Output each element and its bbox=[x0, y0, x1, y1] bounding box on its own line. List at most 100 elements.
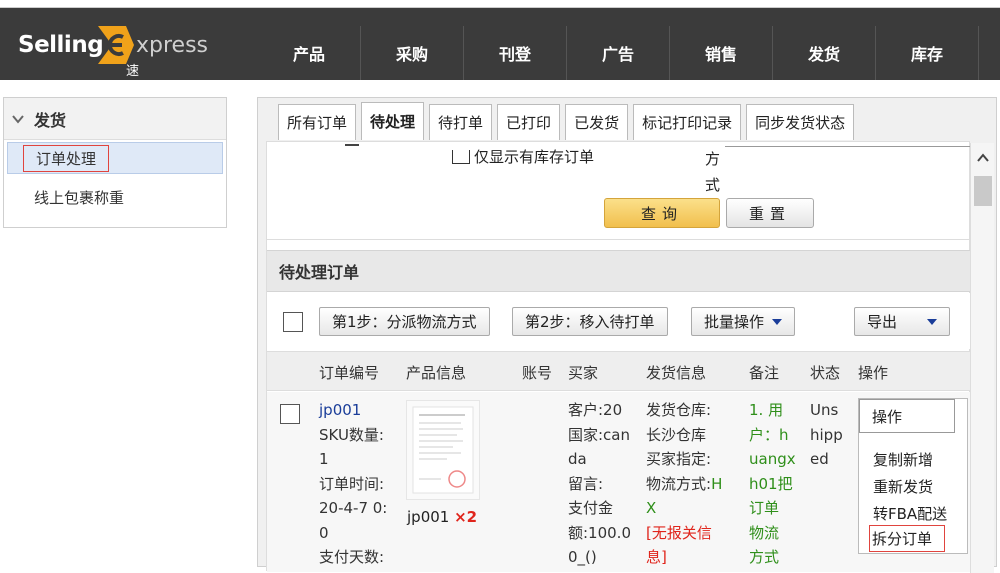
col-order-id: 订单编号 bbox=[319, 364, 380, 382]
batch-operations-button[interactable]: 批量操作 bbox=[691, 307, 796, 336]
order-line: 订单时间: bbox=[319, 474, 385, 493]
order-info-cell: jp001 SKU数量: 1 订单时间: 20-4-7 0: 0 支付天数: bbox=[319, 398, 399, 570]
ship-method-value-cont: X bbox=[646, 499, 657, 517]
clipped-select-edge bbox=[725, 146, 970, 147]
order-id-link[interactable]: jp001 bbox=[319, 398, 399, 423]
vertical-scrollbar[interactable] bbox=[970, 143, 994, 573]
sidebar: 发货 订单处理 线上包裹称重 bbox=[3, 97, 227, 228]
col-product-info: 产品信息 bbox=[406, 364, 467, 382]
actions-dropdown-toggle[interactable]: 操作 bbox=[859, 399, 955, 433]
tab-sync-ship-status[interactable]: 同步发货状态 bbox=[746, 104, 855, 140]
note-line: 物流 bbox=[749, 523, 780, 542]
order-toolbar: 第1步：分派物流方式 第2步：移入待打单 批量操作 导出 bbox=[267, 293, 970, 349]
ship-method-value: H bbox=[711, 474, 723, 493]
top-strip bbox=[0, 0, 1000, 8]
ship-line: 发货仓库: bbox=[646, 401, 712, 419]
ship-info-cell: 发货仓库: 长沙仓库 买家指定: 物流方式:H X [无报关信 息] bbox=[646, 398, 744, 570]
assign-logistics-button[interactable]: 第1步：分派物流方式 bbox=[319, 307, 490, 336]
caret-down-icon bbox=[927, 318, 937, 325]
batch-operations-label: 批量操作 bbox=[704, 313, 765, 331]
main-panel: 所有订单 待处理 待打单 已打印 已发货 标记打印记录 同步发货状态 仅显示有库… bbox=[257, 97, 997, 573]
main-nav: 产品 采购 刊登 广告 销售 发货 库存 bbox=[258, 26, 979, 80]
section-title: 待处理订单 bbox=[267, 250, 970, 292]
sidebar-section-header[interactable]: 发货 bbox=[4, 98, 226, 140]
buyer-line: 客户:20 bbox=[568, 401, 623, 419]
menu-item-split-order[interactable]: 拆分订单 bbox=[869, 525, 946, 552]
ship-line: 长沙仓库 bbox=[646, 425, 707, 444]
tab-shipped[interactable]: 已发货 bbox=[565, 104, 629, 140]
nav-item-shipping[interactable]: 发货 bbox=[773, 26, 876, 80]
note-line: 1. 用 bbox=[749, 401, 784, 419]
sidebar-item-order-processing[interactable]: 订单处理 bbox=[7, 142, 223, 174]
ship-line: 物流方式:H bbox=[646, 472, 744, 497]
product-thumbnail[interactable] bbox=[406, 400, 480, 500]
status-line: ed bbox=[810, 450, 829, 468]
order-line: 1 bbox=[319, 450, 329, 468]
query-button[interactable]: 查询 bbox=[604, 198, 720, 228]
ship-method-label: 方 式 bbox=[705, 146, 725, 198]
col-note: 备注 bbox=[749, 364, 780, 382]
filter-panel: 仅显示有库存订单 方 式 查询 重置 bbox=[267, 142, 970, 240]
move-to-print-button[interactable]: 第2步：移入待打单 bbox=[512, 307, 668, 336]
order-line: 支付天数: bbox=[319, 548, 385, 566]
tab-all-orders[interactable]: 所有订单 bbox=[278, 104, 357, 140]
tab-to-print[interactable]: 待打单 bbox=[429, 104, 493, 140]
product-qty: jp001 ×2 bbox=[407, 508, 477, 526]
note-line: 方式 bbox=[749, 548, 780, 566]
order-tabs: 所有订单 待处理 待打单 已打印 已发货 标记打印记录 同步发货状态 bbox=[278, 102, 859, 140]
caret-down-icon bbox=[772, 318, 783, 325]
buyer-line: 留言: bbox=[568, 474, 604, 493]
nav-item-products[interactable]: 产品 bbox=[258, 26, 361, 80]
tab-mark-print-record[interactable]: 标记打印记录 bbox=[633, 104, 742, 140]
col-status: 状态 bbox=[810, 364, 841, 382]
note-line: 户：h bbox=[749, 425, 789, 444]
brand-selling-text: Selling bbox=[18, 32, 104, 58]
menu-item-copy-new[interactable]: 复制新增 bbox=[873, 449, 933, 470]
nav-item-listing[interactable]: 刊登 bbox=[464, 26, 567, 80]
sidebar-item-parcel-weighing[interactable]: 线上包裹称重 bbox=[4, 174, 226, 220]
tab-pending[interactable]: 待处理 bbox=[361, 102, 425, 140]
qty-badge: ×2 bbox=[454, 508, 478, 526]
document-thumbnail-icon bbox=[412, 406, 474, 494]
chevron-up-icon[interactable] bbox=[977, 153, 989, 163]
customs-warning: [无报关信 bbox=[646, 523, 712, 542]
nav-item-purchase[interactable]: 采购 bbox=[361, 26, 464, 80]
table-header: 订单编号 产品信息 账号 买家 发货信息 备注 状态 操作 bbox=[267, 351, 970, 391]
buyer-line: 0_() bbox=[568, 548, 597, 566]
note-line: uangx bbox=[749, 450, 796, 468]
select-all-checkbox[interactable] bbox=[283, 312, 303, 332]
export-dropdown[interactable]: 导出 bbox=[854, 307, 950, 336]
order-line: 20-4-7 0: bbox=[319, 499, 388, 517]
order-line: 0 bbox=[319, 523, 329, 542]
table-row: jp001 SKU数量: 1 订单时间: 20-4-7 0: 0 支付天数: j… bbox=[267, 392, 970, 572]
buyer-line: da bbox=[568, 450, 587, 468]
col-buyer: 买家 bbox=[568, 364, 599, 382]
ship-method-label: 物流方式: bbox=[646, 474, 712, 493]
buyer-line: 支付金 bbox=[568, 499, 614, 517]
note-cell: 1. 用 户：h uangx h01把 订单 物流 方式 bbox=[749, 398, 801, 570]
note-line: 订单 bbox=[749, 499, 780, 517]
tab-printed[interactable]: 已打印 bbox=[497, 104, 561, 140]
menu-item-to-fba[interactable]: 转FBA配送 bbox=[873, 503, 947, 524]
ship-method-label-line1: 方 bbox=[705, 150, 721, 168]
nav-item-ads[interactable]: 广告 bbox=[567, 26, 670, 80]
customs-warning-cont: 息] bbox=[646, 548, 667, 566]
col-actions: 操作 bbox=[858, 364, 889, 382]
scrollbar-thumb[interactable] bbox=[974, 176, 992, 206]
clipped-label-fragment bbox=[345, 144, 359, 146]
menu-item-reship[interactable]: 重新发货 bbox=[873, 476, 933, 497]
nav-item-sales[interactable]: 销售 bbox=[670, 26, 773, 80]
stock-only-label: 仅显示有库存订单 bbox=[474, 148, 595, 166]
nav-item-inventory[interactable]: 库存 bbox=[876, 26, 979, 80]
ship-method-label-line2: 式 bbox=[705, 176, 721, 194]
chevron-down-icon bbox=[12, 114, 24, 124]
actions-dropdown: 操作 复制新增 重新发货 转FBA配送 拆分订单 bbox=[858, 398, 968, 554]
status-line: Uns bbox=[810, 401, 839, 419]
sidebar-section-title: 发货 bbox=[34, 110, 67, 130]
order-line: SKU数量: bbox=[319, 425, 384, 444]
checkbox-box[interactable] bbox=[452, 149, 470, 164]
row-checkbox[interactable] bbox=[280, 404, 300, 424]
stock-only-checkbox[interactable]: 仅显示有库存订单 bbox=[452, 146, 594, 167]
sidebar-item-label: 订单处理 bbox=[23, 144, 110, 172]
reset-button[interactable]: 重置 bbox=[726, 198, 814, 228]
